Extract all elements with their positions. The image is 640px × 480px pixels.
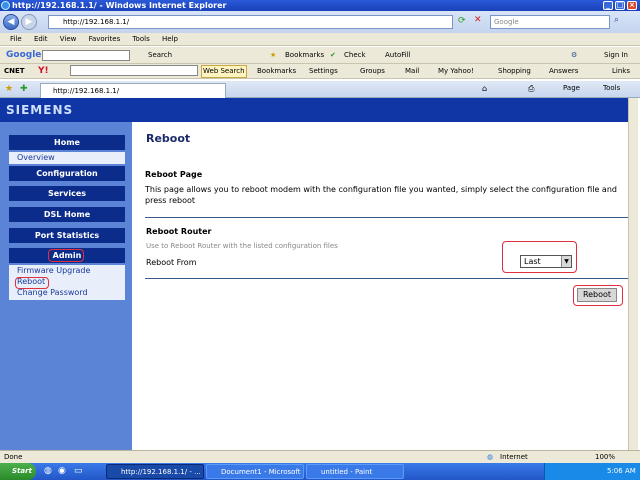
minimize-icon[interactable]: _ bbox=[603, 1, 613, 10]
wrench-icon[interactable]: ⚙ bbox=[571, 49, 577, 62]
section-heading: Reboot Page bbox=[145, 170, 203, 179]
nav-services[interactable]: Services bbox=[9, 186, 125, 201]
google-search-button[interactable]: Search bbox=[148, 49, 172, 62]
task-word[interactable]: Document1 - Microsoft ... bbox=[206, 464, 304, 479]
star-icon: ★ bbox=[270, 51, 277, 59]
google-bookmarks[interactable]: Bookmarks bbox=[285, 49, 324, 62]
page-menu[interactable]: Page bbox=[563, 84, 580, 92]
nav-firmware-upgrade[interactable]: Firmware Upgrade bbox=[9, 265, 125, 276]
stop-icon[interactable]: ✕ bbox=[474, 15, 486, 27]
task-ie[interactable]: http://192.168.1.1/ - ... bbox=[106, 464, 204, 479]
address-bar[interactable]: http://192.168.1.1/ bbox=[48, 15, 453, 29]
reboot-from-label: Reboot From bbox=[146, 258, 197, 267]
tab-row: ★ ✚ http://192.168.1.1/ ⌂ ⎙ Page Tools bbox=[0, 81, 640, 98]
links-button[interactable]: Links bbox=[612, 65, 630, 78]
page-title: Reboot bbox=[146, 132, 191, 145]
web-search-button[interactable]: Web Search bbox=[201, 65, 247, 78]
start-button[interactable]: Start bbox=[0, 463, 36, 480]
tools-menu[interactable]: Tools bbox=[603, 84, 620, 92]
yahoo-logo[interactable]: Y! bbox=[38, 65, 49, 78]
back-icon[interactable]: ◀ bbox=[3, 14, 19, 30]
clock: 5:06 AM bbox=[607, 467, 636, 475]
cnet-brand[interactable]: CNET bbox=[4, 65, 25, 78]
nav-port-statistics[interactable]: Port Statistics bbox=[9, 228, 125, 243]
reboot-nav-highlight bbox=[15, 277, 49, 289]
menu-tools[interactable]: Tools bbox=[132, 35, 149, 43]
quicklaunch-ie-icon[interactable]: ◍ bbox=[44, 463, 52, 480]
brand-logo: SIEMENS bbox=[6, 103, 74, 117]
select-highlight bbox=[502, 241, 577, 273]
status-bar: Done ◍ Internet 100% bbox=[0, 450, 640, 463]
home-subpanel: Overview bbox=[9, 152, 125, 164]
router-heading: Reboot Router bbox=[146, 227, 212, 236]
google-autofill[interactable]: AutoFill bbox=[385, 49, 411, 62]
section-description: This page allows you to reboot modem wit… bbox=[145, 185, 617, 205]
vertical-scrollbar[interactable] bbox=[628, 98, 638, 450]
favorites-star-icon[interactable]: ★ bbox=[5, 84, 13, 94]
reboot-button-highlight bbox=[573, 285, 623, 306]
maximize-icon[interactable]: □ bbox=[615, 1, 625, 10]
add-favorites-icon[interactable]: ✚ bbox=[20, 84, 28, 94]
close-icon[interactable]: × bbox=[627, 1, 637, 10]
router-hint: Use to Reboot Router with the listed con… bbox=[146, 242, 338, 250]
print-icon[interactable]: ⎙ bbox=[528, 84, 534, 94]
nav-dsl-home[interactable]: DSL Home bbox=[9, 207, 125, 222]
menu-edit[interactable]: Edit bbox=[34, 35, 48, 43]
google-signin[interactable]: Sign In bbox=[604, 49, 628, 62]
sidebar: Home Overview Configuration Services DSL… bbox=[0, 122, 132, 450]
quicklaunch-firefox-icon[interactable]: ◉ bbox=[58, 463, 66, 480]
menu-favorites[interactable]: Favorites bbox=[89, 35, 121, 43]
address-url: http://192.168.1.1/ bbox=[63, 18, 130, 26]
google-brand: Google bbox=[6, 50, 42, 60]
ie-logo-icon bbox=[1, 1, 10, 10]
main-content: Reboot Reboot Page This page allows you … bbox=[132, 122, 638, 450]
google-check[interactable]: Check bbox=[344, 49, 366, 62]
start-label: Start bbox=[12, 467, 32, 475]
google-toolbar: Google Search ★ Bookmarks ✔ Check AutoFi… bbox=[0, 47, 640, 64]
yahoo-bookmarks[interactable]: Bookmarks bbox=[257, 65, 296, 78]
google-search-input[interactable] bbox=[42, 50, 130, 61]
refresh-icon[interactable]: ⟳ bbox=[458, 16, 470, 28]
window-titlebar: http://192.168.1.1/ - Windows Internet E… bbox=[0, 0, 640, 11]
search-input[interactable]: Google bbox=[490, 15, 610, 29]
system-tray: 5:06 AM bbox=[544, 463, 640, 480]
yahoo-toolbar: CNET Y! Web Search Bookmarks Settings Gr… bbox=[0, 64, 640, 79]
taskbar: Start ◍ ◉ ▭ http://192.168.1.1/ - ... Do… bbox=[0, 463, 640, 480]
divider-bottom bbox=[145, 278, 631, 279]
yahoo-mail[interactable]: Mail bbox=[405, 65, 419, 78]
tab-current[interactable]: http://192.168.1.1/ bbox=[40, 83, 226, 98]
divider-top bbox=[145, 217, 631, 218]
tab-label: http://192.168.1.1/ bbox=[53, 87, 120, 95]
my-yahoo[interactable]: My Yahoo! bbox=[438, 65, 474, 78]
yahoo-shopping[interactable]: Shopping bbox=[498, 65, 531, 78]
menu-help[interactable]: Help bbox=[162, 35, 178, 43]
window-title: http://192.168.1.1/ - Windows Internet E… bbox=[12, 1, 227, 10]
yahoo-answers[interactable]: Answers bbox=[549, 65, 578, 78]
nav-overview[interactable]: Overview bbox=[9, 152, 125, 163]
nav-configuration[interactable]: Configuration bbox=[9, 166, 125, 181]
check-icon: ✔ bbox=[330, 51, 336, 59]
brand-bar: SIEMENS bbox=[0, 98, 638, 122]
quicklaunch-desktop-icon[interactable]: ▭ bbox=[74, 463, 83, 480]
menu-view[interactable]: View bbox=[60, 35, 77, 43]
forward-icon[interactable]: ▶ bbox=[21, 14, 37, 30]
yahoo-settings[interactable]: Settings bbox=[309, 65, 338, 78]
search-icon[interactable]: ⌕ bbox=[614, 15, 619, 25]
yahoo-search-input[interactable] bbox=[70, 65, 198, 76]
task-paint[interactable]: untitled - Paint bbox=[306, 464, 404, 479]
admin-highlight bbox=[48, 249, 84, 262]
address-row: ◀ ▶ http://192.168.1.1/ ⟳ ✕ Google ⌕ bbox=[0, 11, 640, 33]
nav-home[interactable]: Home bbox=[9, 135, 125, 150]
menu-file[interactable]: File bbox=[10, 35, 22, 43]
home-icon[interactable]: ⌂ bbox=[482, 84, 487, 93]
menu-bar: File Edit View Favorites Tools Help bbox=[0, 33, 640, 46]
yahoo-groups[interactable]: Groups bbox=[360, 65, 385, 78]
search-placeholder: Google bbox=[494, 18, 519, 26]
